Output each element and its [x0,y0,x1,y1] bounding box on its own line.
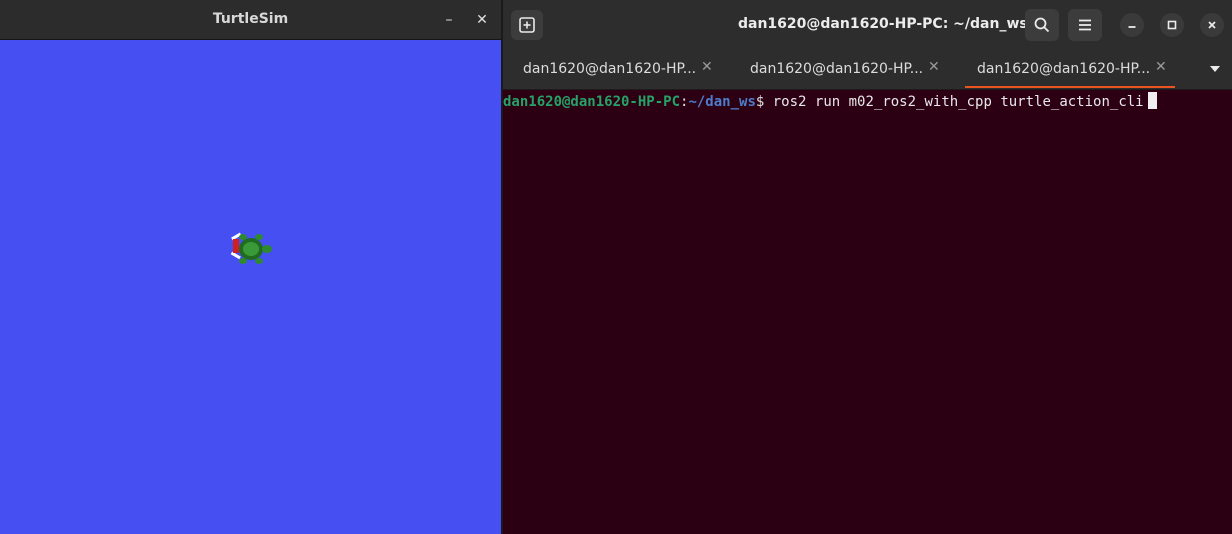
terminal-output[interactable]: dan1620@dan1620-HP-PC:~/dan_ws$ ros2 run… [503,90,1232,534]
terminal-tab-2[interactable]: dan1620@dan1620-HP... ✕ [730,49,948,89]
maximize-icon [1167,20,1177,30]
terminal-maximize-button[interactable] [1160,13,1184,37]
menu-button[interactable] [1068,9,1102,41]
new-tab-icon [519,17,535,33]
turtlesim-canvas [0,40,501,534]
prompt-dollar: $ [755,94,773,110]
prompt-user-host: dan1620@dan1620-HP-PC [503,94,681,110]
chevron-down-icon[interactable] [1207,61,1223,77]
command-text: ros2 run m02_ros2_with_cpp turtle_action… [772,94,1144,110]
text-cursor [1147,92,1157,109]
close-icon: ✕ [476,12,488,28]
new-tab-button[interactable] [511,10,543,40]
turtlesim-close-button[interactable]: ✕ [471,9,493,31]
terminal-tab-1[interactable]: dan1620@dan1620-HP... ✕ [503,49,721,89]
terminal-tabbar: dan1620@dan1620-HP... ✕ dan1620@dan1620-… [503,49,1232,90]
close-icon [1208,21,1216,29]
turtlesim-title: TurtleSim [212,11,289,27]
tab-close-icon[interactable]: ✕ [701,59,713,75]
terminal-title: dan1620@dan1620-HP-PC: ~/dan_ws [738,16,1028,32]
tab-label: dan1620@dan1620-HP... [523,61,697,77]
turtle-icon [230,232,272,264]
tab-close-icon[interactable]: ✕ [1155,59,1167,75]
terminal-headerbar[interactable]: dan1620@dan1620-HP-PC: ~/dan_ws [503,0,1232,49]
search-button[interactable] [1025,9,1059,41]
turtlesim-window: TurtleSim – ✕ [0,0,501,534]
terminal-minimize-button[interactable] [1120,13,1144,37]
prompt-path: ~/dan_ws [688,94,756,110]
terminal-tab-3-active[interactable]: dan1620@dan1620-HP... ✕ [957,49,1175,89]
tab-label: dan1620@dan1620-HP... [977,61,1151,77]
minimize-icon [1128,26,1136,28]
terminal-window: dan1620@dan1620-HP-PC: ~/dan_ws dan1620@… [503,0,1232,534]
minimize-icon: – [445,12,453,28]
tab-label: dan1620@dan1620-HP... [750,61,924,77]
desktop: TurtleSim – ✕ dan1620@dan1620-HP-PC: ~/d… [0,0,1232,534]
tab-close-icon[interactable]: ✕ [928,59,940,75]
terminal-close-button[interactable] [1200,13,1224,37]
prompt-line: dan1620@dan1620-HP-PC:~/dan_ws$ ros2 run… [503,92,1157,112]
turtlesim-minimize-button[interactable]: – [438,9,460,31]
active-tab-indicator [965,86,1175,88]
hamburger-menu-icon [1079,19,1091,31]
turtlesim-titlebar[interactable]: TurtleSim – ✕ [0,0,501,40]
search-icon [1034,17,1050,33]
